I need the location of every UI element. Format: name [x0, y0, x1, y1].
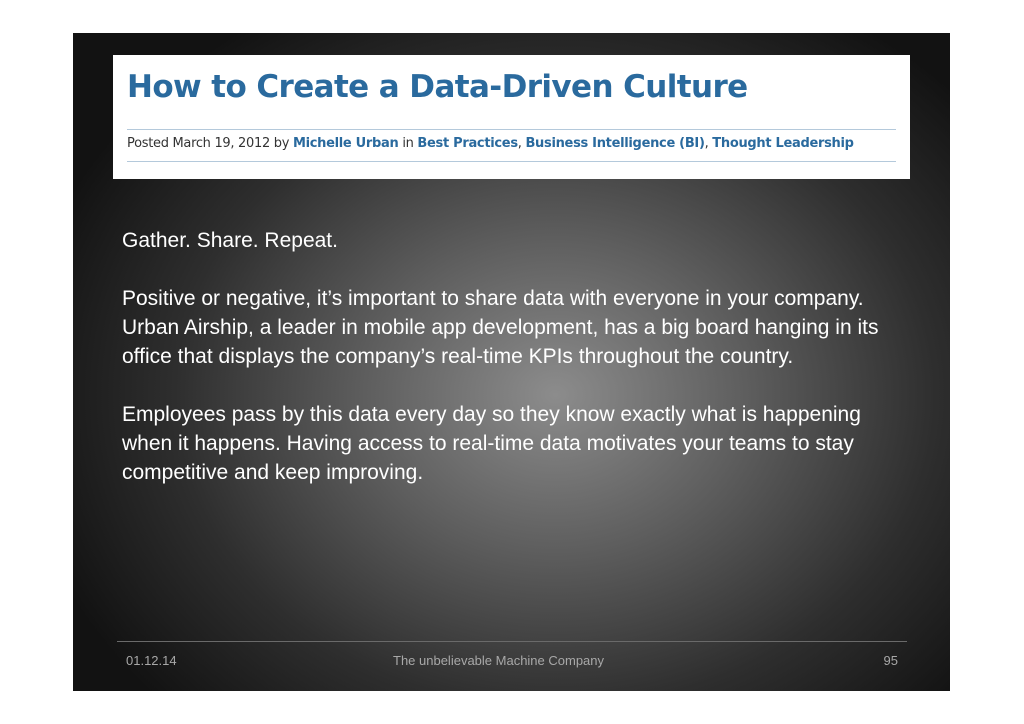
in-text: in [398, 136, 418, 151]
divider-top [127, 129, 896, 130]
category-link-thought-leadership[interactable]: Thought Leadership [712, 136, 854, 151]
footer-company-name: The unbelievable Machine Company [393, 653, 605, 668]
category-link-business-intelligence[interactable]: Business Intelligence (BI) [525, 136, 704, 151]
post-title: How to Create a Data-Driven Culture [127, 69, 748, 105]
body-paragraph-employees: Employees pass by this data every day so… [122, 403, 861, 484]
divider-bottom [127, 161, 896, 162]
footer-date: 01.12.14 [126, 653, 177, 668]
category-link-best-practices[interactable]: Best Practices [417, 136, 518, 151]
slide: How to Create a Data-Driven Culture Post… [73, 33, 950, 691]
body-paragraph-sharing: Positive or negative, it’s important to … [122, 287, 879, 368]
slide-body: Gather. Share. Repeat. Positive or negat… [122, 226, 912, 516]
author-link[interactable]: Michelle Urban [293, 136, 399, 151]
footer-page-number: 95 [883, 653, 898, 668]
body-paragraph-tagline: Gather. Share. Repeat. [122, 229, 338, 252]
footer-divider [117, 641, 907, 642]
blog-post-header-image: How to Create a Data-Driven Culture Post… [113, 55, 910, 179]
posted-date-text: Posted March 19, 2012 by [127, 136, 293, 151]
post-meta-line: Posted March 19, 2012 by Michelle Urban … [127, 136, 854, 151]
